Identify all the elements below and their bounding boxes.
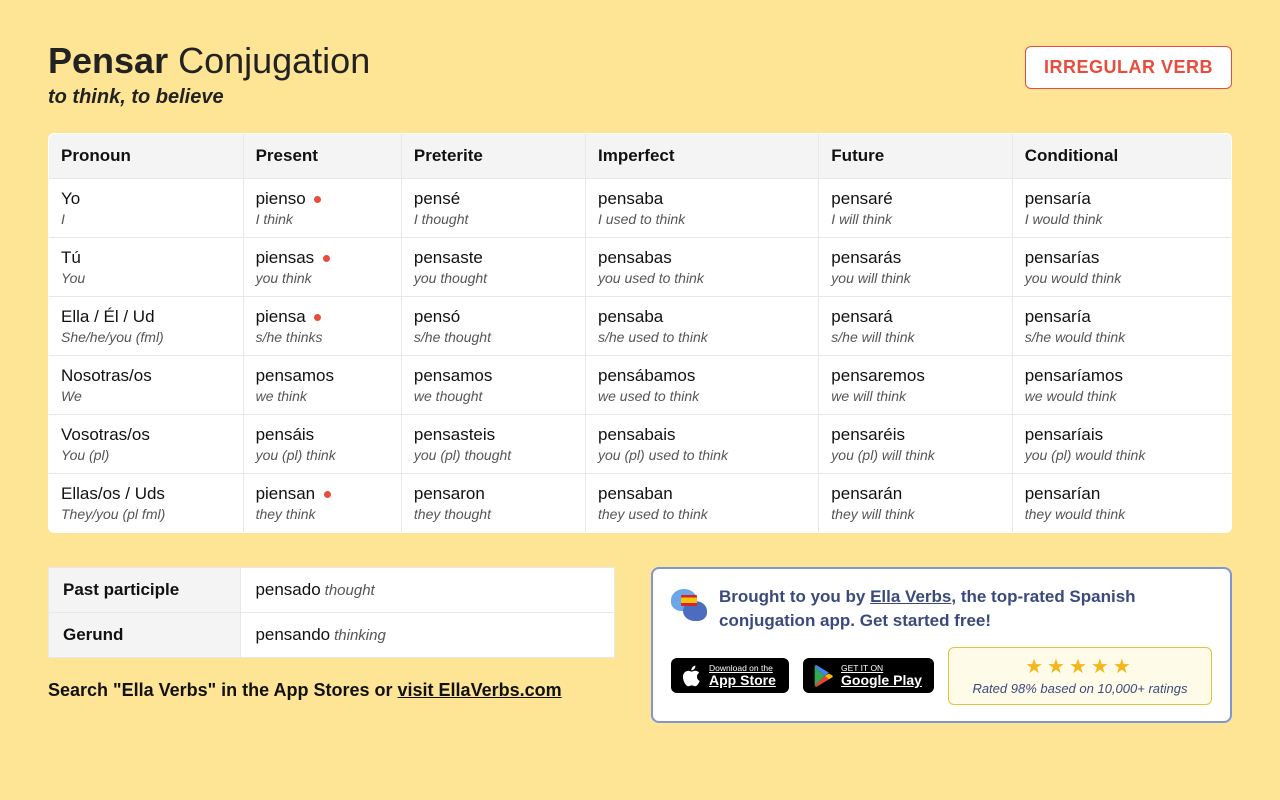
- irregular-badge: IRREGULAR VERB: [1025, 46, 1232, 89]
- irregular-dot-icon: [314, 196, 321, 203]
- visit-site-link[interactable]: visit EllaVerbs.com: [398, 680, 562, 700]
- column-header: Pronoun: [49, 134, 244, 179]
- conjugation-cell: pensarás you will think: [819, 238, 1012, 297]
- conjugation-cell: pensará s/he will think: [819, 297, 1012, 356]
- table-row: Ella / Él / UdShe/he/you (fml)piensa s/h…: [49, 297, 1232, 356]
- past-participle-label: Past participle: [49, 568, 241, 613]
- participles-table: Past participle pensadothought Gerund pe…: [48, 567, 615, 658]
- pronoun-cell: TúYou: [49, 238, 244, 297]
- gerund-value: pensandothinking: [241, 613, 615, 658]
- pronoun-cell: YoI: [49, 179, 244, 238]
- conjugation-cell: pensaba I used to think: [586, 179, 819, 238]
- table-row: Ellas/os / UdsThey/you (pl fml)piensan t…: [49, 474, 1232, 533]
- irregular-dot-icon: [324, 491, 331, 498]
- conjugation-cell: pensarías you would think: [1012, 238, 1231, 297]
- star-icons: ★★★★★: [959, 654, 1201, 679]
- verb-meaning: to think, to believe: [48, 86, 370, 109]
- conjugation-cell: pensaba s/he used to think: [586, 297, 819, 356]
- pronoun-cell: Vosotras/osYou (pl): [49, 415, 244, 474]
- rating-box: ★★★★★ Rated 98% based on 10,000+ ratings: [948, 647, 1212, 705]
- conjugation-cell: pensó s/he thought: [401, 297, 585, 356]
- verb-name: Pensar: [48, 40, 168, 81]
- app-logo-icon: [671, 585, 707, 621]
- pronoun-cell: Ellas/os / UdsThey/you (pl fml): [49, 474, 244, 533]
- conjugation-cell: pensé I thought: [401, 179, 585, 238]
- conjugation-cell: pensaríais you (pl) would think: [1012, 415, 1231, 474]
- gerund-label: Gerund: [49, 613, 241, 658]
- conjugation-cell: pensaría s/he would think: [1012, 297, 1231, 356]
- rating-text: Rated 98% based on 10,000+ ratings: [959, 681, 1201, 696]
- conjugation-cell: pensaremos we will think: [819, 356, 1012, 415]
- pronoun-cell: Nosotras/osWe: [49, 356, 244, 415]
- search-instruction: Search "Ella Verbs" in the App Stores or…: [48, 680, 615, 701]
- column-header: Preterite: [401, 134, 585, 179]
- table-row: Vosotras/osYou (pl)pensáis you (pl) thin…: [49, 415, 1232, 474]
- conjugation-cell: pensáis you (pl) think: [243, 415, 401, 474]
- conjugation-cell: pensabais you (pl) used to think: [586, 415, 819, 474]
- pronoun-cell: Ella / Él / UdShe/he/you (fml): [49, 297, 244, 356]
- conjugation-cell: pensamos we thought: [401, 356, 585, 415]
- apple-icon: [681, 665, 701, 687]
- google-play-icon: [813, 665, 833, 687]
- table-row: YoIpienso I thinkpensé I thoughtpensaba …: [49, 179, 1232, 238]
- conjugation-cell: piensa s/he thinks: [243, 297, 401, 356]
- irregular-dot-icon: [314, 314, 321, 321]
- past-participle-value: pensadothought: [241, 568, 615, 613]
- conjugation-cell: pensábamos we used to think: [586, 356, 819, 415]
- column-header: Conditional: [1012, 134, 1231, 179]
- irregular-dot-icon: [323, 255, 330, 262]
- conjugation-cell: pensaréis you (pl) will think: [819, 415, 1012, 474]
- conjugation-cell: pensarán they will think: [819, 474, 1012, 533]
- conjugation-table: PronounPresentPreteriteImperfectFutureCo…: [48, 133, 1232, 533]
- conjugation-cell: pensaría I would think: [1012, 179, 1231, 238]
- promo-box: Brought to you by Ella Verbs, the top-ra…: [651, 567, 1232, 723]
- column-header: Present: [243, 134, 401, 179]
- conjugation-cell: pensarían they would think: [1012, 474, 1231, 533]
- ella-verbs-link[interactable]: Ella Verbs: [870, 587, 951, 606]
- conjugation-cell: pensaron they thought: [401, 474, 585, 533]
- conjugation-cell: piensan they think: [243, 474, 401, 533]
- table-row: Nosotras/osWepensamos we thinkpensamos w…: [49, 356, 1232, 415]
- promo-text: Brought to you by Ella Verbs, the top-ra…: [719, 585, 1212, 633]
- conjugation-cell: pensaban they used to think: [586, 474, 819, 533]
- conjugation-cell: pienso I think: [243, 179, 401, 238]
- page-title: Pensar Conjugation: [48, 40, 370, 82]
- conjugation-cell: pensamos we think: [243, 356, 401, 415]
- conjugation-cell: pensasteis you (pl) thought: [401, 415, 585, 474]
- conjugation-cell: pensaste you thought: [401, 238, 585, 297]
- column-header: Imperfect: [586, 134, 819, 179]
- table-row: TúYoupiensas you thinkpensaste you thoug…: [49, 238, 1232, 297]
- conjugation-cell: pensaré I will think: [819, 179, 1012, 238]
- conjugation-cell: piensas you think: [243, 238, 401, 297]
- conjugation-cell: pensabas you used to think: [586, 238, 819, 297]
- conjugation-cell: pensaríamos we would think: [1012, 356, 1231, 415]
- google-play-button[interactable]: GET IT ON Google Play: [803, 658, 934, 694]
- title-suffix: Conjugation: [168, 40, 370, 81]
- app-store-button[interactable]: Download on the App Store: [671, 658, 789, 694]
- column-header: Future: [819, 134, 1012, 179]
